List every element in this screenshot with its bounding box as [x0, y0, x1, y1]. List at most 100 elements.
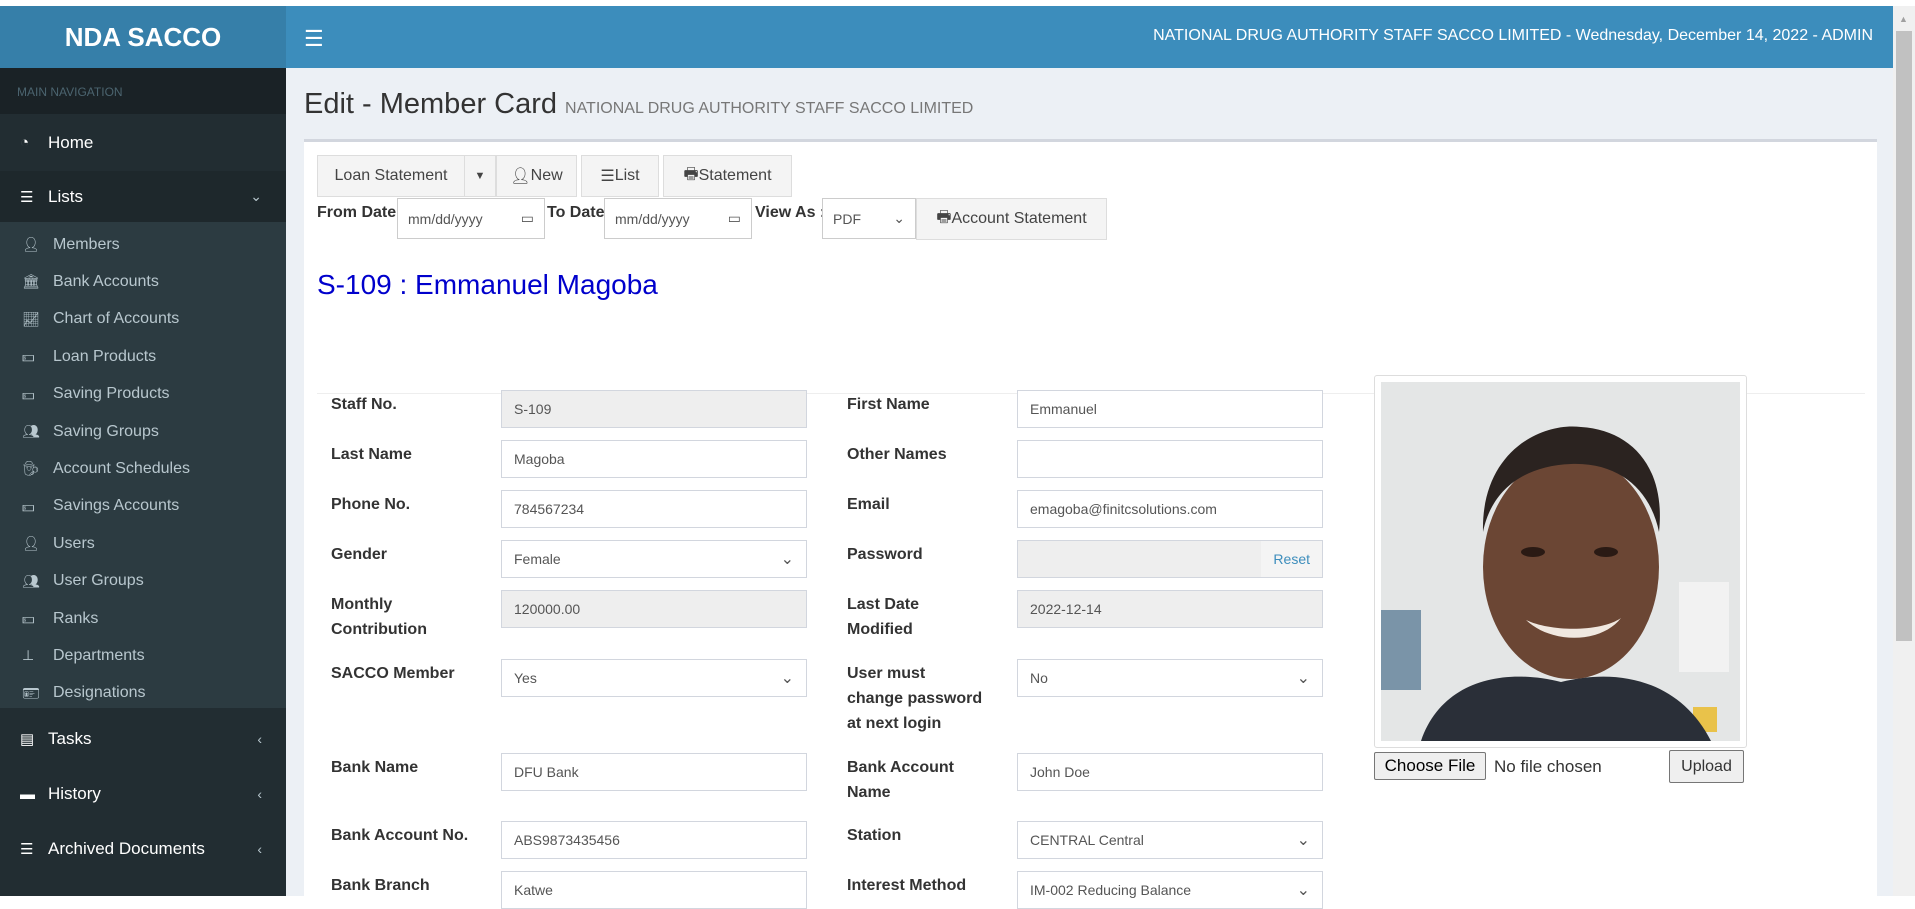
label-line: Staff No.	[331, 396, 397, 413]
archive-icon: ▬	[20, 785, 35, 803]
loan-statement-button[interactable]: Loan Statement	[317, 155, 465, 197]
sacco-member-label: SACCO Member	[331, 661, 455, 686]
sidebar-item-saving-groups[interactable]: 👥︎ Saving Groups	[0, 413, 286, 450]
email-input[interactable]: emagoba@finitcsolutions.com	[1017, 490, 1323, 528]
sidebar-item-saving-products[interactable]: 💵︎ Saving Products	[0, 376, 286, 413]
sidebar-item-archived-documents[interactable]: ☰ Archived Documents ‹	[0, 826, 286, 872]
sidebar-item-user-groups[interactable]: 👥︎ User Groups	[0, 563, 286, 600]
must-change-select[interactable]: No ⌄	[1017, 659, 1323, 697]
from-date-input[interactable]: mm/dd/yyyy ▭	[397, 198, 545, 239]
phone-input[interactable]: 784567234	[501, 490, 807, 528]
list-button[interactable]: ☰ List	[581, 155, 659, 197]
statement-button[interactable]: 🖶 Statement	[663, 155, 792, 197]
menu-toggle-icon[interactable]: ☰	[304, 26, 324, 52]
chevron-down-icon: ⌄	[250, 188, 262, 204]
bank-name-label: Bank Name	[331, 755, 418, 780]
title-text: Edit - Member Card	[304, 88, 558, 120]
bank-name-input[interactable]: DFU Bank	[501, 753, 807, 791]
label-line: Interest Method	[847, 877, 967, 894]
sidebar-item-lists[interactable]: ☰ Lists ⌄	[0, 171, 286, 222]
chevron-down-icon: ⌄	[780, 670, 794, 687]
new-button[interactable]: 👤︎ New	[496, 155, 577, 197]
label-line: change password	[847, 690, 983, 707]
bank-branch-input[interactable]: Katwe	[501, 871, 807, 909]
member-photo-frame	[1374, 375, 1747, 748]
lists-submenu: 👤︎ Members 🏛︎ Bank Accounts 📈︎ Chart of Accou…	[0, 222, 286, 708]
chevron-left-icon: ‹	[257, 731, 262, 747]
upload-button[interactable]: Upload	[1669, 750, 1744, 783]
label-line: Station	[847, 827, 902, 844]
first-name-input[interactable]: Emmanuel	[1017, 390, 1323, 428]
member-card-box: Loan Statement ▼ 👤︎ New ☰ List 🖶 Statement …	[304, 139, 1877, 909]
bank-account-no-input[interactable]: ABS9873435456	[501, 821, 807, 859]
last-modified-label: Last Date Modified	[847, 592, 919, 642]
gender-select[interactable]: Female ⌄	[501, 540, 807, 578]
scrollbar-thumb[interactable]	[1896, 31, 1912, 641]
placeholder: mm/dd/yyyy	[615, 210, 690, 227]
sidebar-item-designations[interactable]: 🪪︎ Designations	[0, 675, 286, 712]
choose-file-button[interactable]: Choose File	[1374, 752, 1486, 780]
sitemap-icon: ⊥	[22, 647, 35, 664]
sidebar-item-users[interactable]: 👤︎ Users	[0, 525, 286, 562]
to-date-label: To Date	[547, 204, 605, 221]
sidebar-item-loan-products[interactable]: 💵︎ Loan Products	[0, 338, 286, 375]
field-value: Yes	[514, 670, 537, 686]
sidebar-item-savings-accounts[interactable]: 💵︎ Savings Accounts	[0, 488, 286, 525]
sidebar-item-chart-of-accounts[interactable]: 📈︎ Chart of Accounts	[0, 301, 286, 338]
sacco-member-select[interactable]: Yes ⌄	[501, 659, 807, 697]
calendar-icon[interactable]: ▭	[728, 210, 741, 227]
list-icon: ☰	[600, 168, 615, 185]
brand-logo[interactable]: NDA SACCO	[0, 6, 286, 68]
password-input[interactable]: Reset	[1017, 540, 1323, 578]
field-value: Magoba	[514, 451, 565, 467]
sidebar-item-account-schedules[interactable]: 🕵︎ Account Schedules	[0, 450, 286, 487]
field-value: CENTRAL Central	[1030, 832, 1144, 848]
interest-method-select[interactable]: IM-002 Reducing Balance ⌄	[1017, 871, 1323, 909]
sidebar-item-tasks[interactable]: ▤ Tasks ‹	[0, 716, 286, 762]
sidebar-item-history[interactable]: ▬ History ‹	[0, 771, 286, 817]
scroll-up-icon[interactable]: ▲	[1899, 14, 1908, 24]
bank-icon: 🏛︎	[22, 273, 40, 290]
calendar-icon[interactable]: ▭	[521, 210, 534, 227]
page-title: Edit - Member Card NATIONAL DRUG AUTHORIT…	[304, 88, 973, 121]
bank-branch-label: Bank Branch	[331, 873, 430, 898]
label-line: Bank Account No.	[331, 827, 469, 844]
sidebar-item-departments[interactable]: ⊥ Departments	[0, 637, 286, 674]
sidebar-item-bank-accounts[interactable]: 🏛︎ Bank Accounts	[0, 263, 286, 300]
sidebar-item-home[interactable]: ◔ Home	[0, 114, 286, 171]
monthly-contribution-input: 120000.00	[501, 590, 807, 628]
to-date-input[interactable]: mm/dd/yyyy ▭	[604, 198, 752, 239]
chart-icon: 📈︎	[22, 310, 40, 327]
label-line: Modified	[847, 621, 913, 638]
scrollbar[interactable]: ▲	[1893, 6, 1915, 896]
field-value: ABS9873435456	[514, 832, 620, 848]
reset-password-button[interactable]: Reset	[1261, 541, 1322, 577]
station-select[interactable]: CENTRAL Central ⌄	[1017, 821, 1323, 859]
label-line: at next login	[847, 715, 942, 732]
print-icon: 🖶	[683, 165, 699, 183]
nav-label: MAIN NAVIGATION	[0, 68, 286, 114]
last-name-input[interactable]: Magoba	[501, 440, 807, 478]
money-icon: 💵︎	[22, 497, 35, 514]
label-line: Other Names	[847, 446, 947, 463]
sidebar-item-ranks[interactable]: 💵︎ Ranks	[0, 600, 286, 637]
no-file-text: No file chosen	[1494, 757, 1602, 776]
label-line: Monthly	[331, 596, 393, 613]
content-area: Edit - Member Card NATIONAL DRUG AUTHORIT…	[286, 68, 1893, 909]
account-statement-button[interactable]: 🖶 Account Statement	[916, 198, 1107, 240]
sidebar-item-members[interactable]: 👤︎ Members	[0, 226, 286, 263]
view-as-select[interactable]: PDF ⌄	[822, 198, 916, 239]
label-line: First Name	[847, 396, 930, 413]
money-icon: 💵︎	[22, 348, 35, 365]
caret-down-icon[interactable]: ▼	[464, 155, 496, 197]
sidebar-item-label: Bank Accounts	[53, 272, 159, 290]
password-label: Password	[847, 542, 923, 567]
bank-account-name-input[interactable]: John Doe	[1017, 753, 1323, 791]
dashboard-icon: ◔	[20, 134, 30, 151]
sidebar-item-label: Savings Accounts	[53, 497, 180, 515]
button-label: Statement	[698, 167, 772, 184]
chevron-left-icon: ‹	[257, 786, 262, 802]
label-line: Phone No.	[331, 496, 411, 513]
user-icon: 👤︎	[22, 535, 40, 552]
other-names-input[interactable]	[1017, 440, 1323, 478]
